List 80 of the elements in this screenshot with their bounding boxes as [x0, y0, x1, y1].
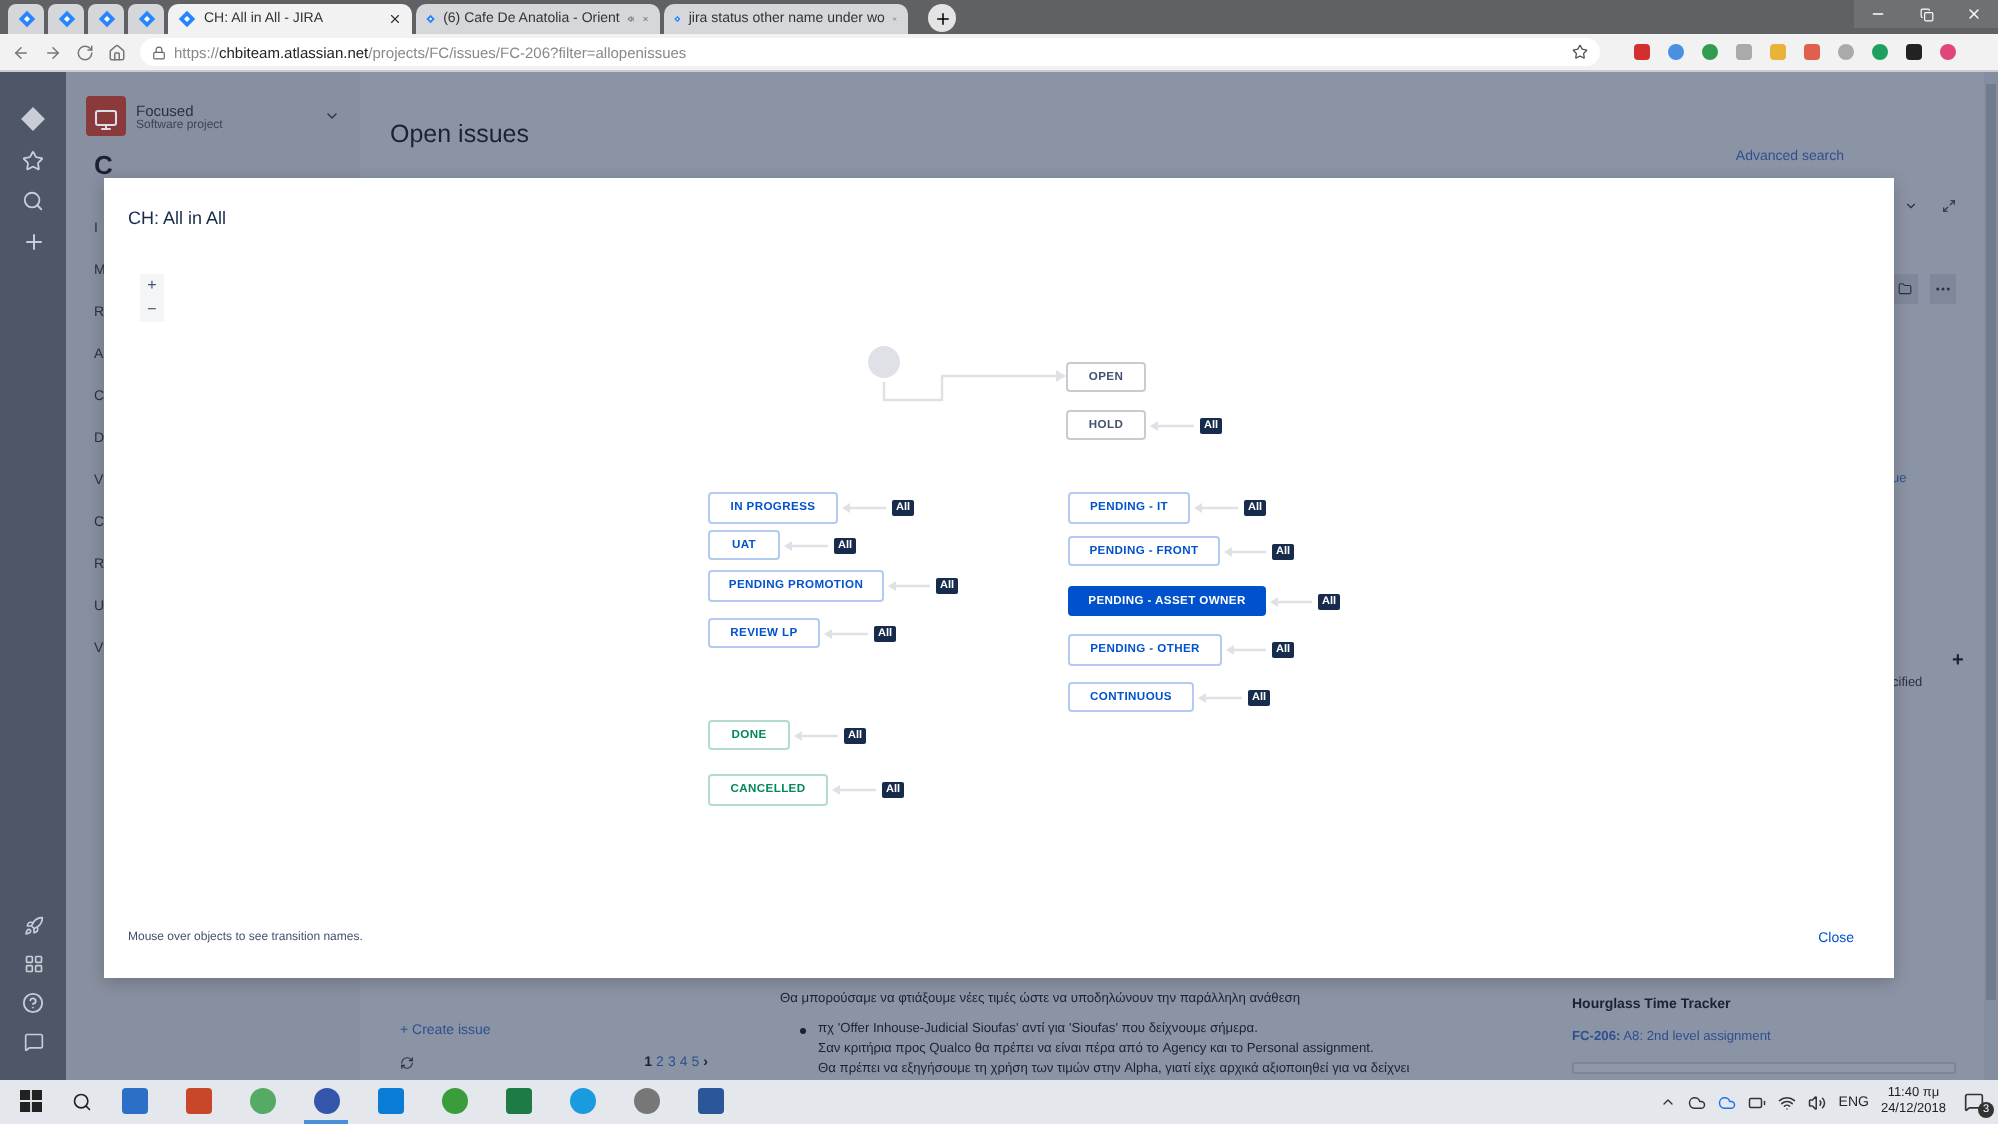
reload-icon [76, 43, 94, 61]
forward-arrow-icon [44, 43, 62, 61]
taskbar-app-icon[interactable] [377, 1087, 403, 1113]
transition-arrow [1226, 644, 1266, 656]
transition-arrow [824, 627, 868, 639]
bullet-icon [800, 1028, 806, 1034]
star-icon[interactable] [22, 150, 44, 172]
diamond-icon [57, 10, 75, 28]
pinned-tab[interactable] [8, 4, 44, 34]
diamond-icon [97, 10, 115, 28]
pinned-tab[interactable] [128, 4, 164, 34]
message-icon [1964, 1092, 1984, 1112]
home-button[interactable] [108, 43, 126, 61]
diamond-icon [17, 10, 35, 28]
transition-arrow [1270, 595, 1312, 607]
close-icon [1966, 6, 1982, 22]
battery-icon[interactable] [1748, 1093, 1767, 1111]
close-icon[interactable] [388, 12, 402, 26]
back-button[interactable] [12, 43, 30, 61]
taskbar-app-icon[interactable] [313, 1087, 339, 1113]
transition-arrow [1194, 502, 1238, 514]
zoom-out-button[interactable]: − [140, 298, 164, 322]
extension-icon[interactable] [1940, 44, 1956, 60]
back-arrow-icon [12, 43, 30, 61]
volume-icon[interactable] [1808, 1093, 1827, 1111]
transition-arrow [784, 539, 828, 551]
scrollbar[interactable] [1984, 72, 1998, 1080]
chevron-up-icon[interactable] [1660, 1094, 1677, 1110]
taskbar-app-icon[interactable] [121, 1087, 147, 1113]
feedback-icon[interactable] [23, 1032, 43, 1052]
transition-arrow [1224, 545, 1266, 557]
taskbar-app-icon[interactable] [697, 1087, 723, 1113]
home-icon [108, 43, 126, 61]
speaker-icon[interactable] [627, 12, 635, 26]
transition-arrow [1198, 691, 1242, 703]
rocket-icon[interactable] [23, 916, 43, 936]
plus-icon [933, 9, 951, 27]
new-tab-button[interactable] [928, 4, 956, 32]
folder-icon [1898, 282, 1912, 296]
tab-favicon-icon [426, 10, 436, 28]
page-title: Open issues [390, 120, 529, 148]
network-icon[interactable] [1778, 1093, 1797, 1111]
search-icon[interactable] [72, 1092, 92, 1112]
zoom-in-button[interactable]: + [140, 274, 164, 298]
tab-favicon-icon [178, 10, 196, 28]
chevron-down-icon[interactable] [1904, 198, 1918, 214]
start-node [868, 346, 900, 378]
dialog-title: CH: All in All [126, 206, 229, 232]
pinned-tab[interactable] [48, 4, 84, 34]
sidebar-heading: C [94, 154, 115, 178]
transition-arrow [794, 729, 838, 741]
plus-icon[interactable] [21, 230, 45, 254]
transition-arrow [832, 784, 876, 796]
add-button[interactable]: + [1952, 650, 1964, 672]
extension-icon[interactable] [1906, 44, 1922, 60]
diamond-icon [137, 10, 155, 28]
bookmark-star-icon[interactable] [1572, 44, 1588, 60]
grid-icon[interactable] [23, 954, 43, 974]
windows-logo-icon [19, 1089, 41, 1111]
monitor-icon [94, 108, 118, 132]
pinned-tab[interactable] [88, 4, 124, 34]
taskbar-app-icon[interactable] [569, 1087, 595, 1113]
expand-icon[interactable] [1942, 198, 1956, 214]
help-icon[interactable] [22, 992, 44, 1014]
transition-arrow [842, 502, 886, 514]
reload-button[interactable] [76, 43, 94, 61]
restore-icon [1919, 7, 1933, 21]
taskbar-app-icon[interactable] [633, 1087, 659, 1113]
forward-button[interactable] [44, 43, 62, 61]
lock-icon [152, 45, 166, 59]
refresh-icon[interactable] [400, 1056, 414, 1070]
logo-icon[interactable] [20, 106, 46, 132]
transition-arrow [888, 580, 930, 592]
chevron-down-icon[interactable] [324, 108, 340, 124]
transition-arrow [1150, 419, 1194, 431]
close-window-button[interactable] [1950, 0, 1998, 28]
taskbar-app-icon[interactable] [441, 1087, 467, 1113]
toolbar-button[interactable] [1892, 274, 1918, 304]
taskbar-app-icon[interactable] [185, 1087, 211, 1113]
taskbar-app-icon[interactable] [505, 1087, 531, 1113]
